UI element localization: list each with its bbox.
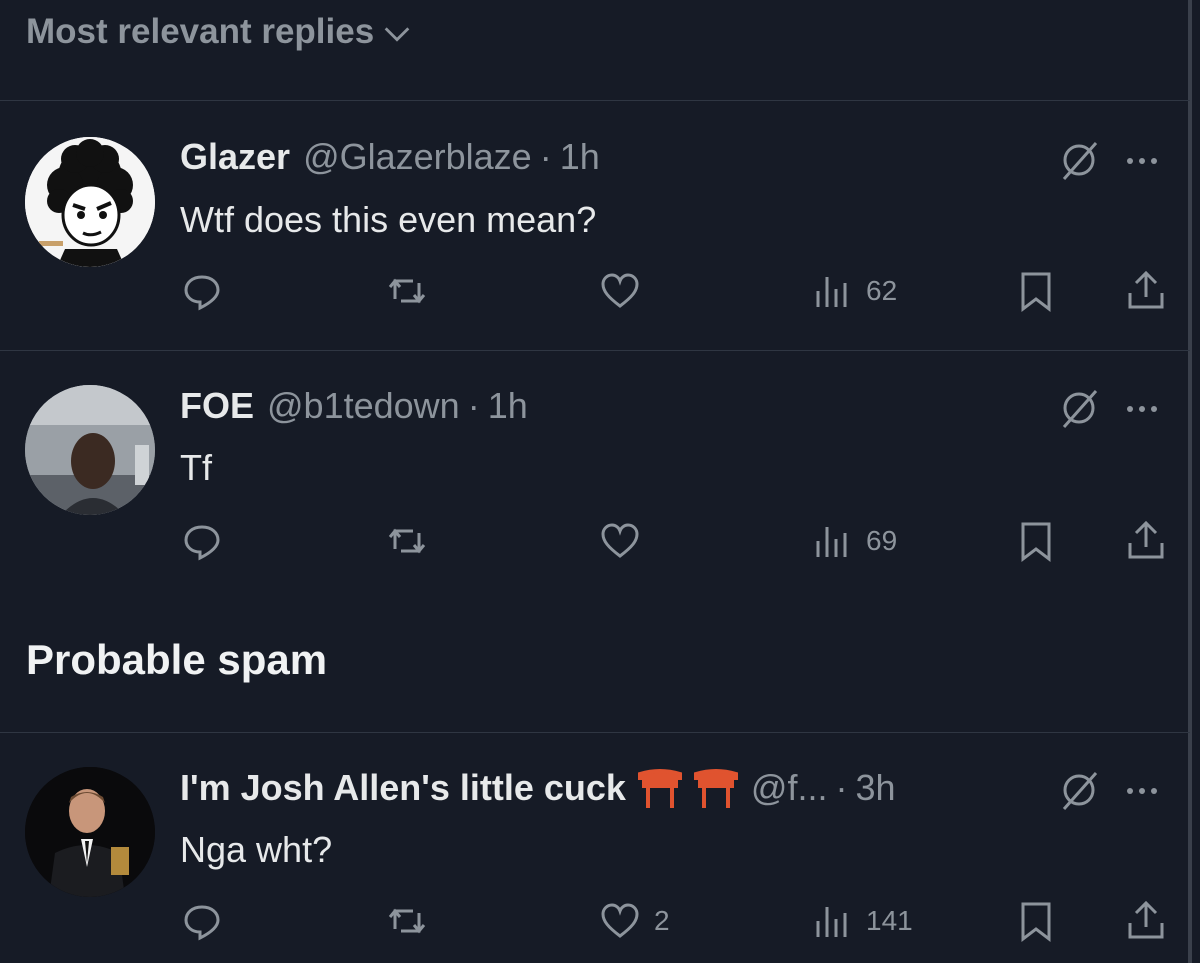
views-icon [816, 907, 847, 937]
reply-header: Glazer @Glazerblaze · 1h [180, 136, 600, 178]
view-count: 141 [866, 905, 913, 936]
avatar[interactable] [25, 385, 155, 515]
section-title: Probable spam [26, 636, 328, 683]
avatar-image [25, 767, 155, 897]
avatar[interactable] [25, 767, 155, 897]
torii-gate-icon [693, 769, 738, 808]
display-name[interactable]: I'm Josh Allen's little cuck [180, 767, 626, 809]
like-button[interactable] [598, 269, 654, 313]
share-button[interactable] [1124, 519, 1168, 563]
sort-dropdown[interactable]: Most relevant replies [26, 12, 414, 52]
action-bar: 62 [180, 269, 1170, 313]
heart-icon [601, 903, 639, 938]
reply-icon [184, 905, 220, 941]
like-button[interactable] [598, 519, 654, 563]
sort-bar: Most relevant replies [0, 0, 1190, 101]
share-icon [1128, 900, 1164, 939]
reply-button[interactable] [180, 519, 224, 563]
share-button[interactable] [1124, 899, 1168, 943]
views-button[interactable]: 62 [810, 269, 897, 313]
bookmark-icon [1021, 902, 1051, 943]
view-count: 69 [866, 525, 898, 556]
repost-button[interactable] [385, 519, 429, 563]
torii-emojis [637, 768, 738, 808]
repost-icon [388, 908, 426, 934]
chevron-down-icon [384, 27, 410, 42]
heart-icon [601, 273, 639, 308]
repost-button[interactable] [385, 899, 429, 943]
repost-icon [388, 278, 426, 304]
separator-dot: · [835, 767, 848, 808]
reply-header: FOE @b1tedown · 1h [180, 385, 528, 427]
torii-gate-icon [637, 769, 682, 808]
reply-header: I'm Josh Allen's little cuck @f... · 3h [180, 767, 896, 809]
avatar-image [25, 385, 155, 515]
bookmark-button[interactable] [1014, 269, 1058, 313]
reply-item[interactable]: I'm Josh Allen's little cuck @f... · 3h … [0, 733, 1190, 963]
action-bar: 69 [180, 519, 1170, 563]
bookmark-icon [1021, 272, 1051, 313]
avatar-image [25, 137, 155, 267]
separator-dot: · [539, 136, 552, 177]
reply-text: Wtf does this even mean? [180, 199, 597, 240]
bookmark-button[interactable] [1014, 899, 1058, 943]
avatar[interactable] [25, 137, 155, 267]
views-icon [816, 277, 847, 307]
more-icon[interactable] [1120, 139, 1164, 183]
reply-icon [184, 275, 220, 311]
sort-label: Most relevant replies [26, 12, 375, 51]
timestamp[interactable]: 1h [488, 385, 528, 427]
bookmark-button[interactable] [1014, 519, 1058, 563]
like-count: 2 [654, 905, 670, 936]
reply-button[interactable] [180, 899, 224, 943]
display-name[interactable]: Glazer [180, 136, 290, 178]
timestamp[interactable]: 3h [855, 767, 895, 809]
reply-item[interactable]: Glazer @Glazerblaze · 1h Wtf does this e… [0, 101, 1190, 351]
reply-item[interactable]: FOE @b1tedown · 1h Tf 69 [0, 351, 1190, 591]
views-button[interactable]: 69 [810, 519, 897, 563]
share-icon [1128, 520, 1164, 559]
timestamp[interactable]: 1h [560, 136, 600, 178]
display-name[interactable]: FOE [180, 385, 254, 427]
share-button[interactable] [1124, 269, 1168, 313]
grok-icon[interactable] [1058, 769, 1102, 813]
handle[interactable]: @b1tedown [267, 385, 460, 427]
grok-icon[interactable] [1058, 139, 1102, 183]
reply-text: Tf [180, 447, 212, 488]
separator-dot: · [467, 385, 480, 426]
heart-icon [601, 523, 639, 558]
bookmark-icon [1021, 522, 1051, 563]
handle[interactable]: @f... [751, 767, 828, 809]
views-icon [816, 527, 847, 557]
share-icon [1128, 270, 1164, 309]
reply-icon [184, 525, 220, 561]
like-button[interactable]: 2 [598, 899, 670, 943]
repost-icon [388, 528, 426, 554]
repost-button[interactable] [385, 269, 429, 313]
more-icon[interactable] [1120, 769, 1164, 813]
action-bar: 2 141 [180, 899, 1170, 943]
views-button[interactable]: 141 [810, 899, 913, 943]
reply-text: Nga wht? [180, 829, 333, 870]
more-icon[interactable] [1120, 387, 1164, 431]
reply-button[interactable] [180, 269, 224, 313]
view-count: 62 [866, 275, 898, 306]
grok-icon[interactable] [1058, 387, 1102, 431]
handle[interactable]: @Glazerblaze [303, 136, 532, 178]
